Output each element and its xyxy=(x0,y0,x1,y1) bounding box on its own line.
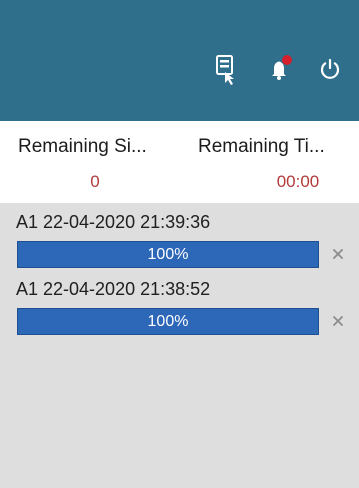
task-title: A1 22-04-2020 21:38:52 xyxy=(16,279,211,299)
remaining-summary: Remaining Si... Remaining Ti... 0 00:00 xyxy=(0,121,359,203)
bell-icon[interactable] xyxy=(263,48,297,90)
export-icon[interactable] xyxy=(210,48,244,90)
export-task-item: A1 22-04-2020 21:38:52 100% xyxy=(0,270,359,342)
task-progress-bar: 100% xyxy=(17,241,319,268)
task-progress-text: 100% xyxy=(147,245,189,263)
export-panel: Remaining Si... Remaining Ti... 0 00:00 … xyxy=(0,0,359,488)
task-progress-text: 100% xyxy=(147,312,189,330)
task-title: A1 22-04-2020 21:39:36 xyxy=(16,212,211,232)
close-icon xyxy=(333,316,343,326)
remove-task-button[interactable] xyxy=(327,243,349,265)
power-icon[interactable] xyxy=(313,48,347,90)
export-task-item: A1 22-04-2020 21:39:36 100% xyxy=(0,203,359,275)
remove-task-button[interactable] xyxy=(327,310,349,332)
task-progress-bar: 100% xyxy=(17,308,319,335)
remaining-time-value: 00:00 xyxy=(276,172,320,191)
close-icon xyxy=(333,249,343,259)
remaining-size-label: Remaining Si... xyxy=(18,136,147,157)
remaining-time-label: Remaining Ti... xyxy=(198,136,325,157)
top-toolbar xyxy=(0,0,359,121)
remaining-size-value: 0 xyxy=(90,172,100,191)
export-task-list: A1 22-04-2020 21:39:36 100% A1 22-04-202… xyxy=(0,203,359,488)
